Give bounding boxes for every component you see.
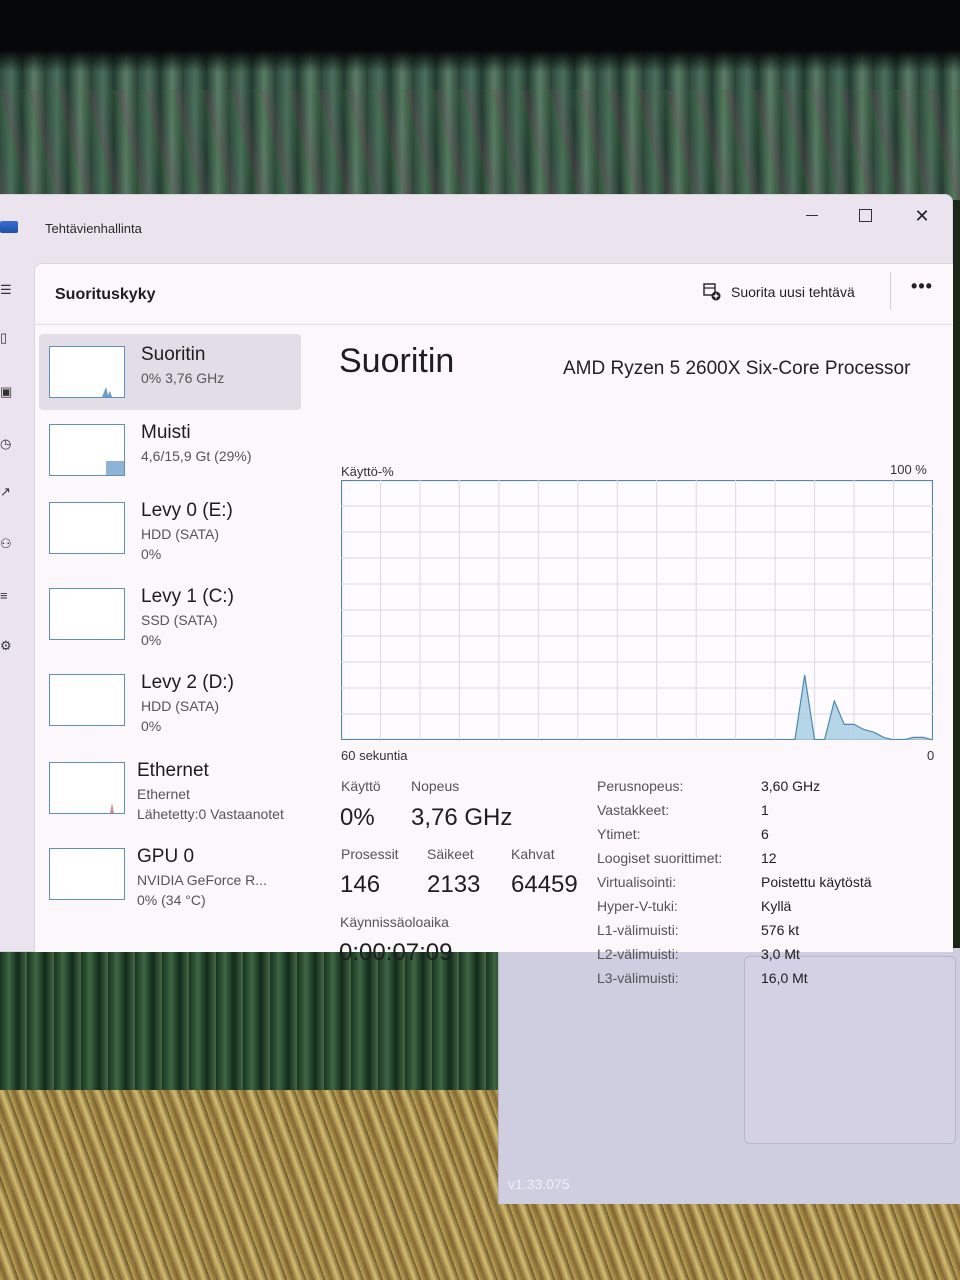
spec-value-sockets: 1 <box>761 802 769 818</box>
sidebar-item-name: Levy 2 (D:) <box>141 672 234 693</box>
spec-label-sockets: Vastakkeet: <box>597 802 670 818</box>
spec-value-l3-cache: 16,0 Mt <box>761 970 808 986</box>
uptime-value: 0:00:07:09 <box>339 939 453 966</box>
threads-value: 2133 <box>427 871 481 898</box>
users-icon[interactable]: ⚇ <box>0 537 14 551</box>
sidebar-item-disk-2[interactable]: Levy 2 (D:) HDD (SATA) 0% <box>39 662 301 738</box>
sidebar-item-gpu[interactable]: GPU 0 NVIDIA GeForce R... 0% (34 °C) <box>39 836 301 912</box>
sidebar-item-name: GPU 0 <box>137 846 195 867</box>
speed-label: Nopeus <box>411 778 460 794</box>
disk-1-thumbnail-graph <box>49 588 125 640</box>
graph-y-max-label: 100 % <box>890 462 927 477</box>
version-label: v1.33.075 <box>508 1176 570 1192</box>
gpu-thumbnail-graph <box>49 848 125 900</box>
spec-label-virtualization: Virtualisointi: <box>597 874 677 890</box>
detail-title: Suoritin <box>339 342 455 380</box>
cpu-thumbnail-graph <box>49 346 125 398</box>
task-manager-app-icon <box>0 221 18 233</box>
usage-value: 0% <box>340 804 375 831</box>
spec-label-cores: Ytimet: <box>597 826 641 842</box>
spec-value-l1-cache: 576 kt <box>761 922 800 938</box>
spec-value-l2-cache: 3,0 Mt <box>761 946 800 962</box>
run-new-task-button[interactable]: Suorita uusi tehtävä <box>703 280 855 304</box>
usage-label: Käyttö <box>341 778 381 794</box>
spec-label-hyper-v: Hyper-V-tuki: <box>597 898 678 914</box>
sidebar-item-usage: 0% (34 °C) <box>137 892 206 908</box>
sidebar-item-usage: 0% <box>141 546 162 562</box>
page-title: Suorituskyky <box>55 286 156 303</box>
graph-x-label: 60 sekuntia <box>341 748 408 763</box>
minimize-button[interactable] <box>792 201 832 231</box>
maximize-icon <box>858 209 872 223</box>
spec-value-cores: 6 <box>761 826 769 842</box>
speed-value: 3,76 GHz <box>411 804 513 831</box>
spec-label-l2-cache: L2-välimuisti: <box>597 946 679 962</box>
disk-0-thumbnail-graph <box>49 502 125 554</box>
startup-apps-icon[interactable]: ↗ <box>0 485 14 499</box>
run-task-icon <box>703 283 721 301</box>
spec-label-l3-cache: L3-välimuisti: <box>597 970 679 986</box>
handles-value: 64459 <box>511 871 578 898</box>
ethernet-thumbnail-graph <box>49 762 125 814</box>
processes-icon[interactable]: ▯ <box>0 331 14 345</box>
spec-label-base-speed: Perusnopeus: <box>597 778 684 794</box>
minimize-icon <box>806 215 818 217</box>
sidebar-item-detail: 4,6/15,9 Gt (29%) <box>141 448 252 464</box>
graph-x-min-label: 0 <box>927 748 935 763</box>
graph-y-label: Käyttö-% <box>341 464 394 479</box>
run-task-label: Suorita uusi tehtävä <box>731 284 855 300</box>
spec-label-logical-processors: Loogiset suorittimet: <box>597 850 723 866</box>
sidebar-item-name: Ethernet <box>137 760 209 781</box>
sidebar-item-memory[interactable]: Muisti 4,6/15,9 Gt (29%) <box>39 412 301 488</box>
window-title: Tehtävienhallinta <box>45 221 142 236</box>
memory-thumbnail-graph <box>49 424 125 476</box>
processes-label: Prosessit <box>341 846 399 862</box>
cpu-usage-graph <box>341 480 933 740</box>
spec-value-virtualization: Poistettu käytöstä <box>761 874 872 890</box>
spec-value-base-speed: 3,60 GHz <box>761 778 821 794</box>
panel-header: Suorituskyky Suorita uusi tehtävä ••• <box>35 264 953 325</box>
services-icon[interactable]: ⚙ <box>0 639 14 653</box>
details-icon[interactable]: ≡ <box>0 589 14 603</box>
threads-label: Säikeet <box>427 846 474 862</box>
sidebar-item-disk-0[interactable]: Levy 0 (E:) HDD (SATA) 0% <box>39 490 301 566</box>
more-options-button[interactable]: ••• <box>907 276 937 304</box>
spec-value-hyper-v: Kyllä <box>761 898 792 914</box>
header-separator <box>890 272 891 310</box>
task-manager-window: Tehtävienhallinta ✕ ☰ ▯ ▣ ◷ ↗ ⚇ ≡ ⚙ Suor… <box>0 194 953 986</box>
sidebar-item-name: Levy 0 (E:) <box>141 500 233 521</box>
sidebar-item-name: Suoritin <box>141 344 206 365</box>
maximize-button[interactable] <box>845 201 885 231</box>
sidebar-item-detail: SSD (SATA) <box>141 612 218 628</box>
desktop-wallpaper-top <box>0 0 960 200</box>
sidebar-item-name: Muisti <box>141 422 191 443</box>
handles-label: Kahvat <box>511 846 555 862</box>
sidebar-item-detail: Ethernet <box>137 786 190 802</box>
navigation-rail: ☰ ▯ ▣ ◷ ↗ ⚇ ≡ ⚙ <box>0 269 24 669</box>
sidebar-item-ethernet[interactable]: Ethernet Ethernet Lähetetty:0 Vastaanote… <box>39 750 301 826</box>
sidebar-item-cpu[interactable]: Suoritin 0% 3,76 GHz <box>39 334 301 410</box>
sidebar-item-detail: NVIDIA GeForce R... <box>137 872 267 888</box>
sidebar-item-usage: Lähetetty:0 Vastaanotet <box>137 806 284 822</box>
sidebar-item-usage: 0% <box>141 718 162 734</box>
close-button[interactable]: ✕ <box>902 201 942 231</box>
close-icon: ✕ <box>914 206 930 226</box>
performance-icon[interactable]: ▣ <box>0 385 14 399</box>
uptime-label: Käynnissäoloaika <box>340 914 449 930</box>
menu-icon[interactable]: ☰ <box>0 283 14 297</box>
disk-2-thumbnail-graph <box>49 674 125 726</box>
sidebar-item-detail: HDD (SATA) <box>141 698 220 714</box>
performance-panel: Suorituskyky Suorita uusi tehtävä ••• Su… <box>34 263 953 986</box>
sidebar-item-disk-1[interactable]: Levy 1 (C:) SSD (SATA) 0% <box>39 576 301 652</box>
sidebar-item-name: Levy 1 (C:) <box>141 586 234 607</box>
sidebar-item-detail: HDD (SATA) <box>141 526 220 542</box>
cpu-model-name: AMD Ryzen 5 2600X Six-Core Processor <box>563 358 911 379</box>
spec-value-logical-processors: 12 <box>761 850 777 866</box>
app-history-icon[interactable]: ◷ <box>0 437 14 451</box>
sidebar-item-usage: 0% <box>141 632 162 648</box>
spec-label-l1-cache: L1-välimuisti: <box>597 922 679 938</box>
processes-value: 146 <box>340 871 381 898</box>
sidebar-item-detail: 0% 3,76 GHz <box>141 370 225 386</box>
